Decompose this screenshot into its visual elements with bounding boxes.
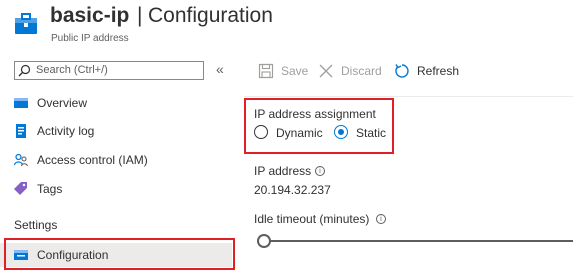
save-icon [258, 63, 274, 79]
sidebar-item-label: Access control (IAM) [37, 153, 148, 167]
info-icon[interactable]: i [315, 166, 325, 176]
close-icon [319, 64, 333, 78]
toolbar-divider [244, 96, 573, 97]
ip-address-label: IP address [254, 164, 312, 178]
refresh-label: Refresh [417, 64, 460, 78]
sidebar-item-label: Tags [37, 182, 63, 196]
public-ip-resource-icon [15, 13, 37, 34]
save-button[interactable]: Save [258, 62, 318, 80]
overview-icon [14, 98, 28, 108]
resource-name: basic-ip [50, 4, 130, 27]
search-placeholder: Search (Ctrl+/) [36, 64, 108, 76]
page-title: Configuration [148, 4, 273, 27]
title-separator: | [137, 4, 143, 27]
activity-log-icon [16, 124, 26, 138]
sidebar-item-tags[interactable]: Tags [0, 177, 240, 201]
sidebar-item-overview[interactable]: Overview [0, 91, 240, 115]
people-icon [14, 153, 28, 167]
collapse-sidebar-button[interactable]: « [216, 61, 224, 77]
settings-section-heading: Settings [14, 218, 58, 232]
sidebar-item-label: Activity log [37, 124, 95, 138]
highlight-box [244, 98, 394, 154]
idle-timeout-slider-thumb[interactable] [257, 234, 271, 248]
tag-icon [14, 182, 27, 195]
info-icon[interactable]: i [376, 214, 386, 224]
refresh-icon [395, 64, 409, 78]
sidebar-item-activity-log[interactable]: Activity log [0, 119, 240, 143]
idle-timeout-slider-track[interactable] [264, 240, 573, 242]
sidebar-item-label: Overview [37, 96, 88, 110]
discard-button[interactable]: Discard [318, 62, 388, 80]
idle-timeout-label: Idle timeout (minutes) [254, 212, 370, 226]
refresh-button[interactable]: Refresh [394, 62, 464, 80]
save-label: Save [281, 64, 309, 78]
search-icon [18, 64, 31, 77]
highlight-box [4, 238, 235, 270]
resource-type: Public IP address [51, 33, 129, 44]
ip-address-value: 20.194.32.237 [254, 183, 331, 197]
sidebar-item-access-control[interactable]: Access control (IAM) [0, 148, 240, 172]
discard-label: Discard [341, 64, 382, 78]
